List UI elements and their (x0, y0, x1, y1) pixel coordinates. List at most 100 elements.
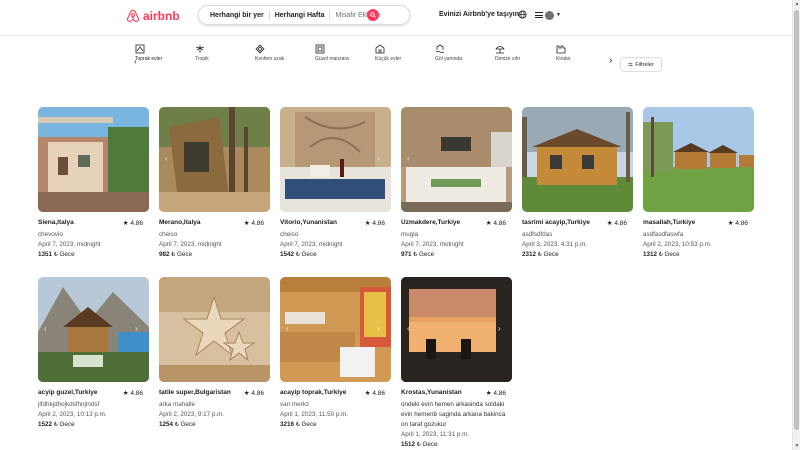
category-kiralar[interactable]: Kiralar (556, 44, 596, 62)
stone-wall-bedroom-photo (401, 107, 512, 212)
search-bar[interactable]: Herhangi bir yer Herhangi Hafta Misafir … (198, 5, 410, 25)
palm-tree-icon (195, 45, 205, 53)
listing-card[interactable]: tasrimi acayip,Turkiye ★ 4.86 asdfsdfdas … (522, 107, 633, 260)
star-icon: ★ (727, 220, 734, 227)
listing-host: asdfsdfdas (522, 231, 553, 238)
chevron-right-icon[interactable]: › (377, 155, 385, 163)
price-value: 1542 (280, 251, 295, 258)
listing-title: Vitorio,Yunanistan (280, 219, 337, 226)
chevron-left-icon[interactable]: ‹ (44, 325, 52, 333)
lake-sunset-photo (401, 277, 512, 382)
star-icon: ★ (485, 220, 492, 227)
price-value: 1312 (643, 251, 658, 258)
listing-price: 1351 ₺ Gece (38, 250, 149, 260)
category-denize-sifir[interactable]: Denize sıfır (495, 44, 535, 62)
page-scrollbar[interactable]: ▲ ▼ (792, 0, 800, 450)
listing-title: acayip toprak,Turkiye (280, 389, 347, 396)
rating-value: 4.86 (130, 390, 143, 397)
price-unit: ₺ Gece (53, 251, 75, 258)
listing-card[interactable]: tatile super,Bulgaristan ★ 4.86 arka maha… (159, 277, 270, 430)
listing-photo[interactable]: ‹ › (280, 277, 391, 382)
rating-value: 4.86 (372, 390, 385, 397)
listing-photo[interactable]: › (280, 107, 391, 212)
listing-price: 982 ₺ Gece (159, 250, 270, 260)
category-label: Kiralar (556, 56, 571, 62)
rating-value: 4.86 (251, 390, 264, 397)
category-gol-yaninda[interactable]: Göl yanında (435, 44, 475, 62)
listing-host: asdfasdfaswfa (643, 231, 684, 238)
listing-title: tasrimi acayip,Turkiye (522, 219, 590, 226)
listing-price: 1542 ₺ Gece (280, 250, 391, 260)
chevron-right-icon[interactable]: › (135, 325, 143, 333)
chevron-right-icon[interactable]: › (377, 325, 385, 333)
category-guzel-manzara[interactable]: Güzel manzara (315, 44, 355, 62)
listing-photo[interactable] (522, 107, 633, 212)
listing-photo[interactable]: ‹ › (38, 277, 149, 382)
category-label: Kentten uzak (255, 56, 285, 62)
price-unit: ₺ Gece (174, 421, 196, 428)
rating-value: 4.86 (493, 390, 506, 397)
listing-card[interactable]: ‹ Merano,Italya ★ 4.86 cheiso April 7, 20… (159, 107, 270, 260)
category-kucuk-evler[interactable]: Küçük evler (375, 44, 415, 62)
chevron-right-icon[interactable]: › (609, 55, 612, 66)
price-value: 1522 (38, 421, 53, 428)
cabin-photo (522, 107, 633, 212)
beach-icon (495, 46, 505, 54)
lake-icon (435, 44, 445, 53)
price-unit: ₺ Gece (171, 251, 193, 258)
listing-photo[interactable]: ‹ › (401, 277, 512, 382)
sliders-icon (628, 62, 633, 67)
filters-label: Filtreler (635, 61, 654, 68)
listing-photo[interactable]: ‹ (401, 107, 512, 212)
globe-icon[interactable] (518, 10, 527, 19)
listing-photo[interactable]: ‹ (159, 107, 270, 212)
chevron-right-icon[interactable]: › (498, 325, 506, 333)
listing-photo[interactable] (38, 107, 149, 212)
listing-price: 971 ₺ Gece (401, 250, 512, 260)
listing-card[interactable]: › Vitorio,Yunanistan ★ 4.86 cheiso April … (280, 107, 391, 260)
listing-date: April 7, 2023, midnight (159, 241, 222, 248)
star-icon: ★ (485, 390, 492, 397)
listing-photo[interactable] (159, 277, 270, 382)
price-unit: ₺ Gece (537, 251, 559, 258)
listing-title: acyip guzel,Turkiye (38, 389, 98, 396)
chevron-left-icon[interactable]: ‹ (407, 155, 415, 163)
listing-rating: ★ 4.86 (728, 219, 748, 227)
listing-card[interactable]: ‹ › acyip guzel,Turkiye ★ 4.86 jlfdhkjdho… (38, 277, 149, 430)
category-label: Toprak evler (135, 56, 163, 62)
category-kentten-uzak[interactable]: Kentten uzak (255, 44, 295, 62)
scrollbar-thumb[interactable] (794, 10, 799, 430)
price-unit: ₺ Gece (295, 251, 317, 258)
listing-rating: ★ 4.86 (123, 389, 143, 397)
listing-rating: ★ 4.86 (123, 219, 143, 227)
listing-card[interactable]: ‹ Uzmakdere,Turkiye ★ 4.86 mugla April 7,… (401, 107, 512, 260)
scroll-down-icon[interactable]: ▼ (794, 443, 800, 449)
search-icon (370, 12, 376, 18)
rating-value: 4.86 (614, 220, 627, 227)
chevron-left-icon[interactable]: ‹ (286, 325, 294, 333)
rating-value: 4.86 (251, 220, 264, 227)
search-week[interactable]: Herhangi Hafta (270, 12, 330, 19)
category-toprak-evler[interactable]: Toprak evler (135, 44, 175, 62)
search-button[interactable] (367, 9, 379, 21)
listing-card[interactable]: ‹ › Krostas,Yunanistan ★ 4.86 ondeki evin… (401, 277, 512, 450)
search-location[interactable]: Herhangi bir yer (205, 12, 269, 19)
price-value: 2312 (522, 251, 537, 258)
chevron-left-icon[interactable]: ‹ (165, 155, 173, 163)
chevron-left-icon[interactable]: ‹ (407, 325, 415, 333)
scroll-up-icon[interactable]: ▲ (794, 1, 800, 7)
category-tropik[interactable]: Tropik (195, 44, 235, 62)
listing-card[interactable]: ‹ › acayip toprak,Turkiye ★ 4.86 van merk… (280, 277, 391, 430)
price-value: 3216 (280, 421, 295, 428)
price-value: 971 (401, 251, 412, 258)
rating-value: 4.86 (735, 220, 748, 227)
listing-card[interactable]: Siena,Italya ★ 4.86 chevovio April 7, 202… (38, 107, 149, 260)
listing-photo[interactable] (643, 107, 754, 212)
airbnb-logo[interactable]: airbnb (126, 9, 180, 23)
user-menu-button[interactable]: ▼ (535, 7, 565, 23)
chevron-down-icon: ▼ (556, 12, 561, 18)
listing-card[interactable]: masallah,Turkiye ★ 4.86 asdfasdfaswfa Apr… (643, 107, 754, 260)
price-unit: ₺ Gece (413, 251, 435, 258)
filters-button[interactable]: Filtreler (620, 57, 662, 72)
become-host-link[interactable]: Evinizi Airbnb'ye taşıyın (439, 11, 519, 18)
